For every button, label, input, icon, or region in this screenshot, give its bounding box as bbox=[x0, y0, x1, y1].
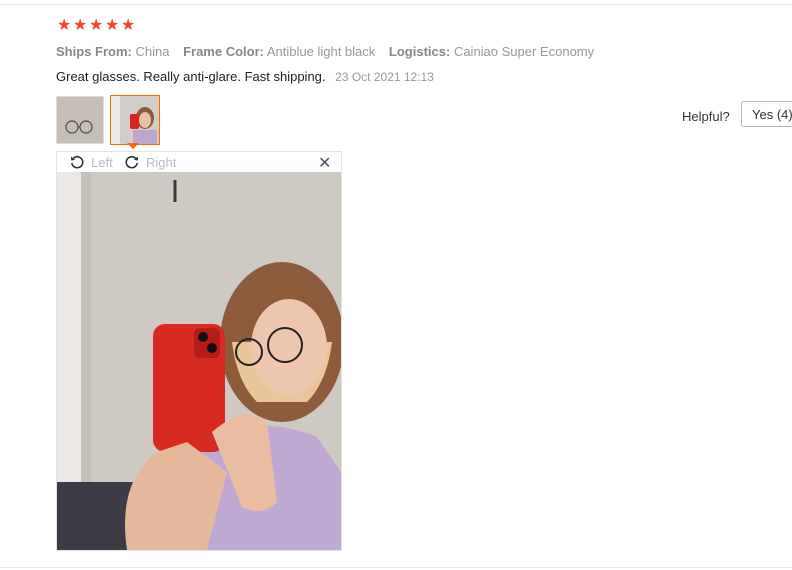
glasses-photo-thumbnail bbox=[57, 97, 103, 143]
rotate-left-label: Left bbox=[91, 154, 113, 170]
logistics-label: Logistics: bbox=[388, 44, 451, 59]
ships-from-value: China bbox=[135, 44, 170, 59]
star-icon: ★ bbox=[73, 17, 88, 34]
bottom-divider bbox=[0, 567, 792, 568]
rotate-right-icon bbox=[125, 155, 138, 169]
review-text-row: Great glasses. Really anti-glare. Fast s… bbox=[56, 69, 434, 84]
ships-from-label: Ships From: bbox=[56, 44, 132, 59]
close-viewer-button[interactable]: ✕ bbox=[318, 153, 331, 173]
selfie-photo bbox=[57, 172, 341, 550]
rotate-left-button[interactable]: Left bbox=[69, 152, 113, 172]
frame-color-value: Antiblue light black bbox=[266, 44, 376, 59]
top-divider bbox=[0, 4, 792, 5]
frame-color-label: Frame Color: bbox=[183, 44, 264, 59]
helpful-yes-button[interactable]: Yes (4) bbox=[741, 101, 792, 127]
close-icon: ✕ bbox=[318, 155, 332, 172]
review-thumbnail-1[interactable] bbox=[56, 96, 104, 144]
image-viewer-toolbar: Left Right ✕ bbox=[57, 152, 341, 172]
rotate-left-icon bbox=[71, 155, 84, 169]
star-icon: ★ bbox=[121, 17, 136, 34]
selected-thumbnail-pointer bbox=[127, 143, 139, 149]
enlarged-review-photo bbox=[57, 172, 341, 550]
helpful-label: Helpful? bbox=[682, 109, 730, 124]
review-text: Great glasses. Really anti-glare. Fast s… bbox=[56, 69, 326, 84]
selfie-photo-thumbnail bbox=[111, 96, 159, 144]
image-viewer: Left Right ✕ bbox=[56, 151, 342, 551]
star-icon: ★ bbox=[57, 17, 72, 34]
rotate-right-button[interactable]: Right bbox=[124, 152, 176, 172]
rotate-right-label: Right bbox=[146, 154, 177, 170]
review-meta: Ships From: China Frame Color: Antiblue … bbox=[56, 44, 604, 59]
rating-stars: ★ ★ ★ ★ ★ bbox=[57, 17, 136, 34]
star-icon: ★ bbox=[89, 17, 104, 34]
review-thumbnail-2-selected[interactable] bbox=[110, 95, 160, 145]
star-icon: ★ bbox=[105, 17, 120, 34]
logistics-value: Cainiao Super Economy bbox=[453, 44, 595, 59]
review-date: 23 Oct 2021 12:13 bbox=[335, 70, 434, 84]
